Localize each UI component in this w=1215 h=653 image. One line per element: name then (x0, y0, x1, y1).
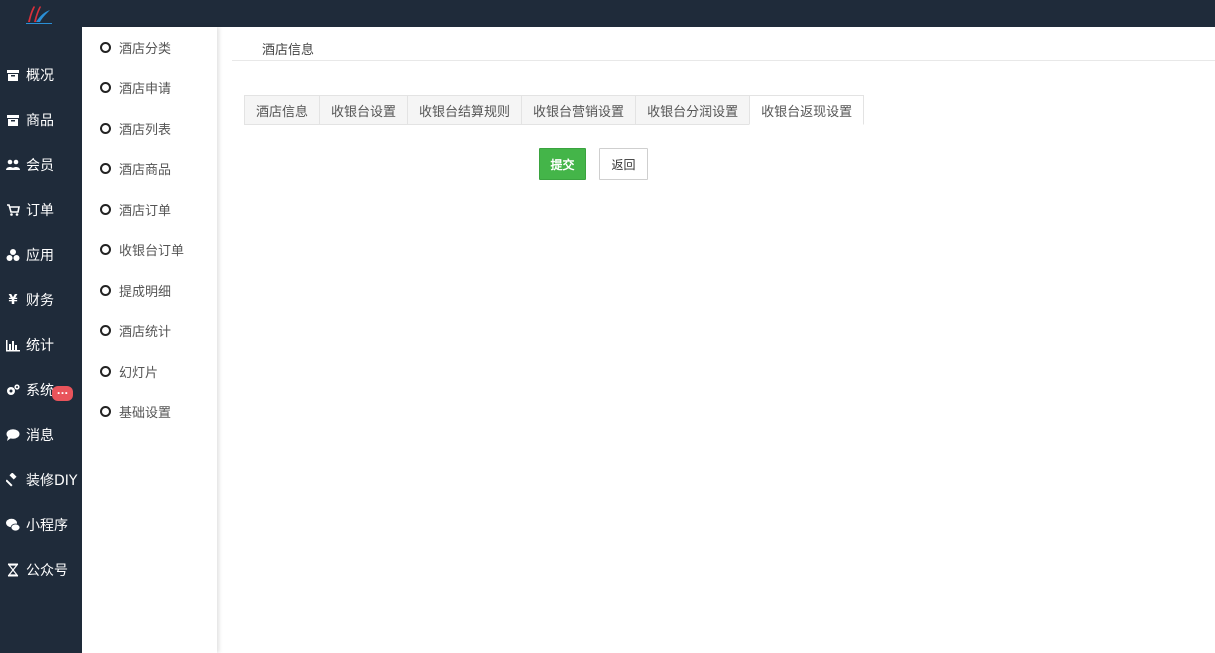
circle-icon (100, 122, 111, 134)
top-bar (0, 0, 1215, 27)
subnav-item-hotel-application[interactable]: 酒店申请 (100, 76, 171, 98)
tab-cashier-profit-sharing-settings[interactable]: 收银台分润设置 (635, 95, 750, 125)
tab-cashier-settings[interactable]: 收银台设置 (319, 95, 408, 125)
sidebar-item-mini-program[interactable]: 小程序 (0, 510, 82, 540)
sidebar-item-orders[interactable]: 订单 (0, 195, 82, 225)
sidebar-item-label: 系统 (26, 383, 54, 399)
subnav-item-hotel-orders[interactable]: 酒店订单 (100, 198, 171, 220)
logo-icon (26, 6, 52, 24)
sidebar-item-label: 统计 (26, 338, 54, 354)
tab-hotel-info[interactable]: 酒店信息 (244, 95, 320, 125)
subnav-item-label: 酒店订单 (119, 203, 172, 219)
subnav-item-label: 酒店统计 (119, 324, 172, 340)
subnav-item-label: 酒店分类 (119, 41, 172, 57)
sidebar-item-label: 小程序 (26, 518, 68, 534)
circle-icon (100, 162, 111, 174)
breadcrumb: 酒店信息 (262, 43, 315, 58)
sidebar-item-official-account[interactable]: 公众号 (0, 555, 82, 585)
subnav-item-label: 酒店列表 (119, 122, 172, 138)
sidebar-item-label: 概况 (26, 68, 54, 84)
sidebar-item-messages[interactable]: 消息 (0, 420, 82, 450)
subnav-item-cashier-orders[interactable]: 收银台订单 (100, 238, 184, 260)
submit-button[interactable]: 提交 (539, 148, 586, 180)
circle-icon (100, 41, 111, 53)
subnav-item-hotel-category[interactable]: 酒店分类 (100, 36, 171, 58)
subnav-item-label: 提成明细 (119, 284, 172, 300)
subnav-item-basic-settings[interactable]: 基础设置 (100, 400, 171, 422)
sidebar-item-goods[interactable]: 商品 (0, 105, 82, 135)
gears-icon (6, 383, 20, 397)
circle-icon (100, 284, 111, 296)
wechat-icon (6, 518, 20, 532)
sidebar-item-label: 公众号 (26, 563, 68, 579)
sidebar-item-label: 订单 (26, 203, 54, 219)
circle-icon (100, 365, 111, 377)
archive-icon (6, 68, 20, 82)
hourglass-icon (6, 563, 20, 577)
subnav-item-label: 幻灯片 (119, 365, 159, 381)
circle-icon (100, 324, 111, 336)
subnav-item-commission-details[interactable]: 提成明细 (100, 279, 171, 301)
sidebar-item-label: 财务 (26, 293, 54, 309)
subnav-item-label: 酒店商品 (119, 162, 172, 178)
sidebar-item-members[interactable]: 会员 (0, 150, 82, 180)
subnav-item-hotel-statistics[interactable]: 酒店统计 (100, 319, 171, 341)
sidebar-item-overview[interactable]: 概况 (0, 60, 82, 90)
sidebar-item-label: 商品 (26, 113, 54, 129)
subnav-item-label: 收银台订单 (119, 243, 185, 259)
sidebar-item-finance[interactable]: ¥ 财务 (0, 285, 82, 315)
subnav-item-hotel-list[interactable]: 酒店列表 (100, 117, 171, 139)
circle-icon (100, 203, 111, 215)
tab-cashier-cashback-settings[interactable]: 收银台返现设置 (749, 95, 865, 125)
main-sidebar: 概况 商品 会员 订单 应用 ¥ 财务 统计 系统 消息 装修DIY 小程序 公… (0, 27, 82, 653)
back-button[interactable]: 返回 (599, 148, 648, 180)
tab-cashier-settlement-rules[interactable]: 收银台结算规则 (407, 95, 522, 125)
cubes-icon (6, 248, 20, 262)
subnav-item-label: 酒店申请 (119, 81, 172, 97)
gavel-icon (6, 473, 20, 487)
circle-icon (100, 243, 111, 255)
settings-tabs: 酒店信息 收银台设置 收银台结算规则 收银台营销设置 收银台分润设置 收银台返现… (244, 95, 865, 125)
subnav-item-hotel-goods[interactable]: 酒店商品 (100, 157, 171, 179)
cart-icon (6, 203, 20, 217)
sidebar-item-label: 应用 (26, 248, 54, 264)
sidebar-item-statistics[interactable]: 统计 (0, 330, 82, 360)
bar-chart-icon (6, 338, 20, 352)
sidebar-item-label: 消息 (26, 428, 54, 444)
subnav-item-slideshow[interactable]: 幻灯片 (100, 360, 158, 382)
subnav-item-label: 基础设置 (119, 405, 172, 421)
circle-icon (100, 81, 111, 93)
sidebar-item-label: 装修DIY (26, 473, 78, 489)
message-count-badge: ... (52, 386, 73, 401)
users-icon (6, 158, 20, 172)
circle-icon (100, 405, 111, 417)
comment-icon (6, 428, 20, 442)
main-content: 酒店信息 酒店信息 收银台设置 收银台结算规则 收银台营销设置 收银台分润设置 … (232, 27, 1215, 653)
sub-navigation: 酒店分类 酒店申请 酒店列表 酒店商品 酒店订单 收银台订单 提成明细 酒店统计… (82, 27, 217, 653)
sidebar-item-decoration-diy[interactable]: 装修DIY (0, 465, 82, 495)
yen-icon: ¥ (8, 292, 18, 308)
archive-icon (6, 113, 20, 127)
tab-cashier-marketing-settings[interactable]: 收银台营销设置 (521, 95, 636, 125)
sidebar-item-label: 会员 (26, 158, 54, 174)
sidebar-item-apps[interactable]: 应用 (0, 240, 82, 270)
divider (232, 60, 1215, 61)
